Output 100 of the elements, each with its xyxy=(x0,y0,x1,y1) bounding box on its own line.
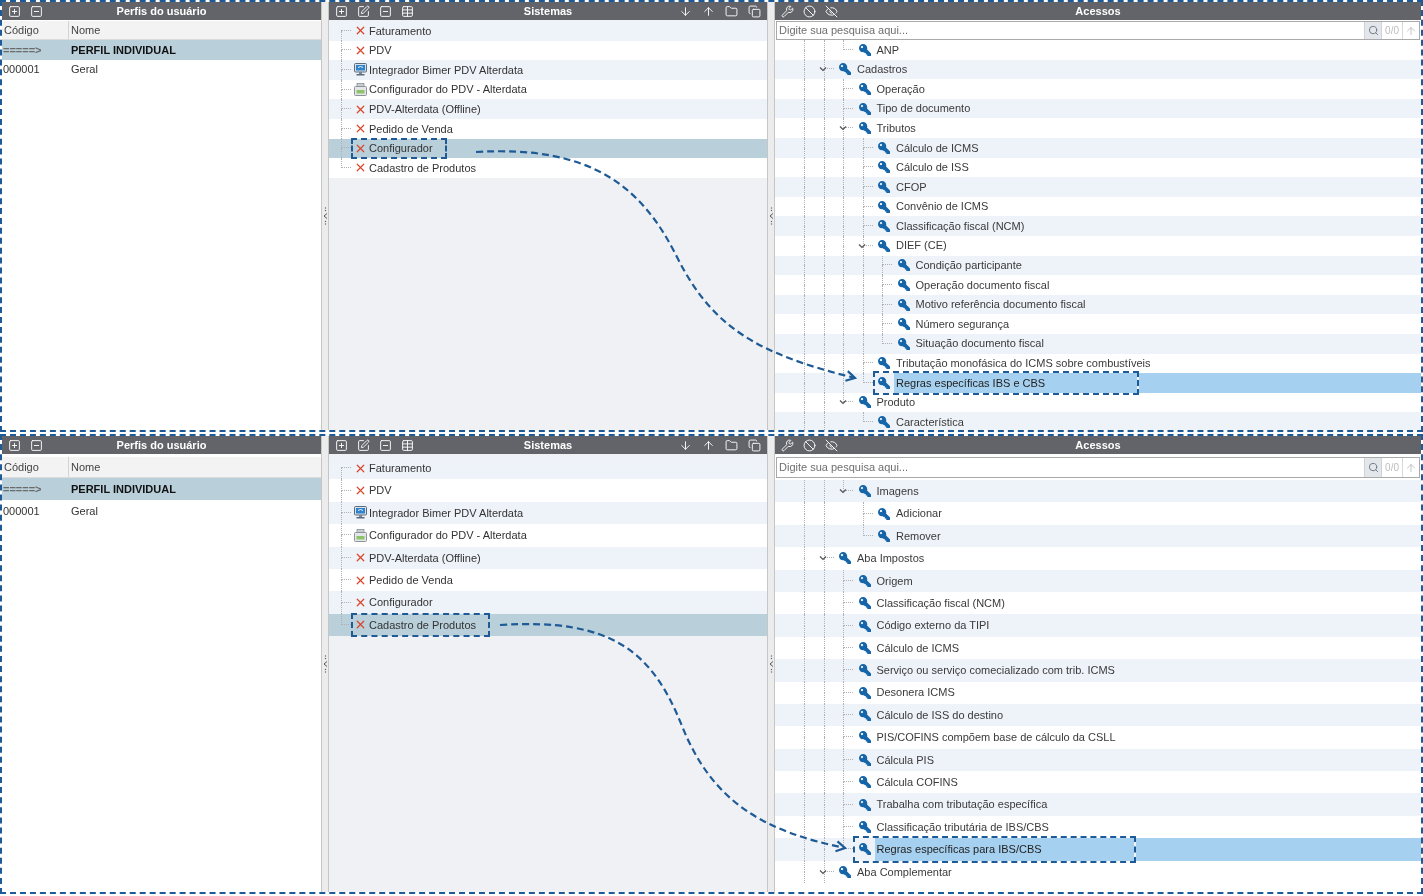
table-cell-text: PERFIL INDIVIDUAL xyxy=(70,481,176,497)
list-item[interactable]: Pedido de Venda xyxy=(367,569,453,591)
tree-item[interactable]: Operação xyxy=(874,79,925,99)
tree-item[interactable]: Produto xyxy=(874,392,916,413)
prohibited-icon[interactable] xyxy=(803,4,816,18)
key-icon xyxy=(897,298,910,311)
tree-item[interactable]: Código externo da TIPI xyxy=(874,614,990,637)
edit-icon[interactable] xyxy=(357,4,370,18)
splitter-grip-icon[interactable] xyxy=(322,655,328,673)
tree-item[interactable]: ANP xyxy=(874,40,900,60)
list-item[interactable]: PDV xyxy=(367,480,392,501)
folder-icon[interactable] xyxy=(725,4,738,18)
chevron-down-icon[interactable] xyxy=(819,65,827,74)
column-header[interactable]: Nome xyxy=(69,21,321,39)
minus-square-icon[interactable] xyxy=(379,438,392,452)
tree-item[interactable]: Tipo de documento xyxy=(874,98,971,119)
splitter-grip-icon[interactable] xyxy=(768,655,774,673)
plus-square-icon[interactable] xyxy=(8,4,21,18)
tree-item[interactable]: DIEF (CE) xyxy=(894,235,947,256)
tree-item[interactable]: Classificação tributária de IBS/CBS xyxy=(874,815,1049,839)
minus-square-icon[interactable] xyxy=(30,438,43,452)
folder-icon[interactable] xyxy=(725,438,738,452)
tree-item[interactable]: Cálculo de ICMS xyxy=(874,636,960,660)
tree-item[interactable]: PIS/COFINS compõem base de cálculo da CSLL xyxy=(874,726,1116,749)
tree-item[interactable]: Condição participante xyxy=(913,255,1022,276)
tree-item[interactable]: Adicionar xyxy=(894,502,942,525)
plus-square-icon[interactable] xyxy=(8,438,21,452)
key-icon xyxy=(858,776,871,789)
tree-item[interactable]: Regras específicas IBS e CBS xyxy=(894,373,1138,393)
list-item[interactable]: Integrador Bimer PDV Alterdata xyxy=(367,61,524,79)
table-row[interactable]: =====> PERFIL INDIVIDUAL xyxy=(2,478,321,501)
tree-item[interactable]: Cálculo de ISS xyxy=(894,157,969,178)
list-item[interactable]: PDV xyxy=(367,41,392,60)
minus-square-icon[interactable] xyxy=(30,4,43,18)
tree-item[interactable]: Aba Complementar xyxy=(855,860,952,884)
tree-item[interactable]: Operação documento fiscal xyxy=(913,275,1050,295)
plus-square-icon[interactable] xyxy=(335,438,348,452)
column-header[interactable]: Código xyxy=(2,457,69,477)
eye-off-icon[interactable] xyxy=(825,4,838,18)
wrench-icon[interactable] xyxy=(781,438,794,452)
tree-item[interactable]: Cadastros xyxy=(855,59,908,80)
tree-item[interactable]: Tributação monofásica do ICMS sobre combustíveis xyxy=(894,353,1151,374)
list-item[interactable]: Configurador do PDV - Alterdata xyxy=(367,80,527,99)
list-item[interactable]: Pedido de Venda xyxy=(367,119,453,138)
list-item[interactable]: Cadastro de Produtos xyxy=(367,159,476,177)
chevron-down-icon[interactable] xyxy=(838,487,847,496)
plus-square-icon[interactable] xyxy=(335,4,348,18)
column-header[interactable]: Nome xyxy=(69,457,321,477)
list-item[interactable]: PDV-Alterdata (Offline) xyxy=(367,100,481,118)
tree-item[interactable]: Característica xyxy=(894,412,964,430)
chevron-down-icon[interactable] xyxy=(838,124,847,133)
table-icon[interactable] xyxy=(401,4,414,18)
copy-icon[interactable] xyxy=(748,438,761,452)
tree-item[interactable]: Origem xyxy=(874,569,913,592)
eye-off-icon[interactable] xyxy=(825,438,838,452)
chevron-down-icon[interactable] xyxy=(819,867,827,876)
table-row[interactable]: =====> PERFIL INDIVIDUAL xyxy=(2,40,321,60)
tree-item[interactable]: Cálcula COFINS xyxy=(874,771,958,794)
copy-icon[interactable] xyxy=(748,4,761,18)
tree-item[interactable]: Classificação fiscal (NCM) xyxy=(874,591,1005,615)
tree-item[interactable]: Convênio de ICMS xyxy=(894,196,989,217)
chevron-down-icon[interactable] xyxy=(858,241,866,250)
key-icon xyxy=(858,102,871,115)
tree-item[interactable]: Aba Impostos xyxy=(855,547,925,570)
wrench-icon[interactable] xyxy=(781,4,794,18)
chevron-down-icon[interactable] xyxy=(838,398,847,407)
tree-item[interactable]: Imagens xyxy=(874,480,919,503)
splitter-grip-icon[interactable] xyxy=(768,207,774,225)
table-icon[interactable] xyxy=(401,438,414,452)
list-item[interactable]: Integrador Bimer PDV Alterdata xyxy=(367,502,524,524)
tree-item[interactable]: Desonera ICMS xyxy=(874,681,955,704)
prohibited-icon[interactable] xyxy=(803,438,816,452)
tree-item[interactable]: Remover xyxy=(894,524,941,548)
list-item[interactable]: Cadastro de Produtos xyxy=(367,614,476,636)
arrow-up-icon[interactable] xyxy=(702,438,715,452)
column-header[interactable]: Código xyxy=(2,21,69,39)
arrow-up-icon[interactable] xyxy=(702,4,715,18)
list-item[interactable]: Faturamento xyxy=(367,22,432,40)
list-item[interactable]: Configurador do PDV - Alterdata xyxy=(367,525,527,546)
key-icon xyxy=(858,122,871,135)
list-item[interactable]: PDV-Alterdata (Offline) xyxy=(367,547,481,568)
edit-icon[interactable] xyxy=(357,438,370,452)
tree-item[interactable]: Regras específicas para IBS/CBS xyxy=(874,838,1134,861)
tree-item[interactable]: Tributos xyxy=(874,118,916,138)
chevron-down-icon[interactable] xyxy=(819,554,827,563)
arrow-down-icon[interactable] xyxy=(679,438,692,452)
list-item[interactable]: Faturamento xyxy=(367,458,432,479)
key-icon xyxy=(878,376,891,389)
key-icon xyxy=(858,396,871,409)
tree-item[interactable]: Número segurança xyxy=(913,314,1010,334)
tree-item[interactable]: CFOP xyxy=(894,177,927,197)
tree-item[interactable]: Cálcula PIS xyxy=(874,748,934,772)
splitter-grip-icon[interactable] xyxy=(322,207,328,225)
key-icon xyxy=(878,161,891,174)
list-item[interactable]: Configurador xyxy=(367,592,433,613)
key-icon xyxy=(839,552,852,565)
arrow-down-icon[interactable] xyxy=(679,4,692,18)
tree-item[interactable]: Cálculo de ICMS xyxy=(894,137,979,158)
list-item[interactable]: Configurador xyxy=(367,139,433,158)
minus-square-icon[interactable] xyxy=(379,4,392,18)
